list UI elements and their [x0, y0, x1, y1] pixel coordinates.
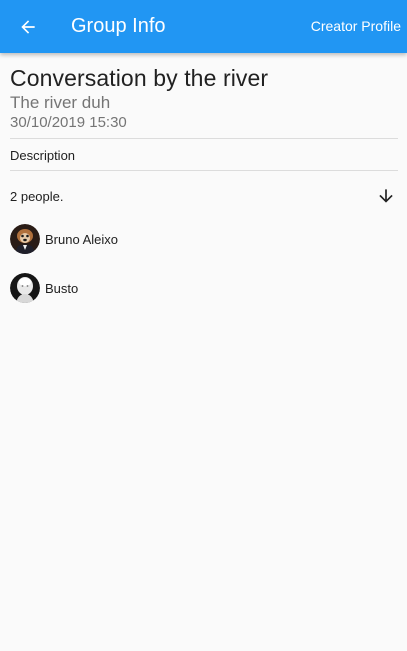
expand-members-button[interactable] [374, 184, 398, 208]
creator-profile-button[interactable]: Creator Profile [311, 17, 401, 35]
avatar [10, 273, 40, 303]
app-bar: Group Info Creator Profile [0, 0, 407, 53]
member-name: Bruno Aleixo [45, 232, 118, 247]
description-label: Description [10, 148, 76, 163]
page-title: Group Info [71, 15, 166, 37]
divider [10, 138, 398, 139]
member-name: Busto [45, 281, 79, 296]
group-name: Conversation by the river [10, 65, 269, 91]
avatar [10, 224, 40, 254]
back-button[interactable] [12, 11, 44, 43]
group-subtitle: The river duh [10, 93, 111, 112]
arrow-down-icon [379, 189, 393, 203]
member-item[interactable]: Busto [10, 273, 398, 305]
people-count: 2 people. [10, 189, 64, 204]
group-date: 30/10/2019 15:30 [10, 114, 127, 131]
member-item[interactable]: Bruno Aleixo [10, 224, 398, 256]
divider [10, 170, 398, 171]
arrow-back-icon [21, 20, 35, 34]
